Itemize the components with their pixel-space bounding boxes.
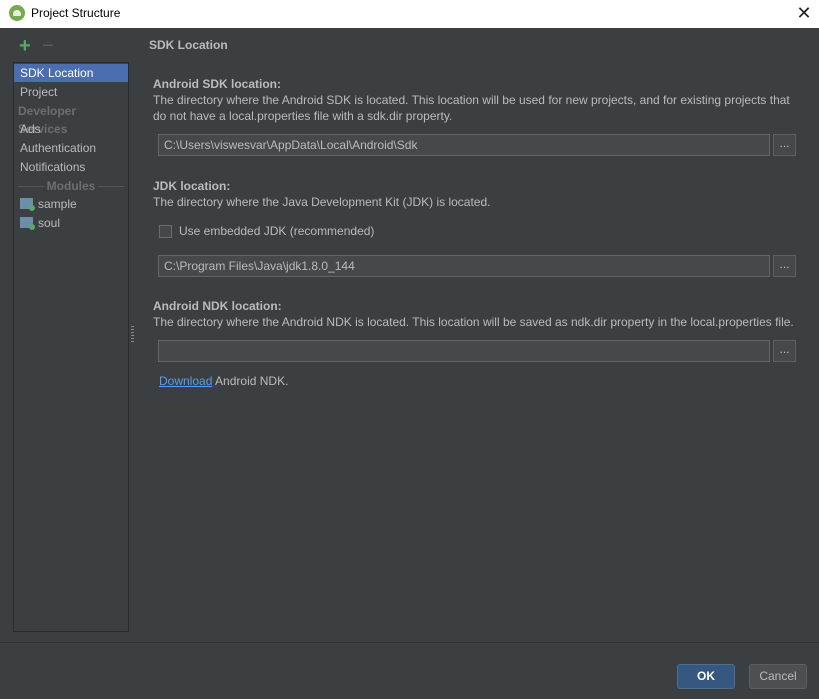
android-sdk-path-field[interactable]: C:\Users\viswesvar\AppData\Local\Android… [158,134,770,156]
download-ndk-line: Download Android NDK. [159,374,288,388]
panel-title: SDK Location [149,38,228,52]
modules-label: Modules [43,179,99,193]
module-icon [20,198,35,211]
android-ndk-description: The directory where the Android NDK is l… [153,315,794,329]
android-ndk-browse-button[interactable]: ... [773,340,796,362]
jdk-path-field[interactable]: C:\Program Files\Java\jdk1.8.0_144 [158,255,770,277]
sidebar-item-notifications[interactable]: Notifications [14,158,128,176]
ok-button[interactable]: OK [677,664,735,689]
jdk-description: The directory where the Java Development… [153,195,491,209]
module-icon [20,217,35,230]
android-sdk-browse-button[interactable]: ... [773,134,796,156]
jdk-browse-button[interactable]: ... [773,255,796,277]
android-ndk-path-field[interactable] [158,340,770,362]
download-ndk-suffix: Android NDK. [212,374,289,388]
embedded-jdk-label[interactable]: Use embedded JDK (recommended) [179,224,374,238]
sidebar-item-sdk-location[interactable]: SDK Location [14,64,128,82]
android-ndk-heading: Android NDK location: [153,299,282,313]
android-sdk-heading: Android SDK location: [153,77,281,91]
footer-divider [0,642,819,643]
cancel-button[interactable]: Cancel [749,664,807,689]
title-bar: Project Structure ✕ [0,0,819,28]
sidebar-item-authentication[interactable]: Authentication [14,139,128,157]
android-studio-icon [9,5,25,21]
sidebar-item-module-soul[interactable]: soul [14,214,128,232]
sidebar: SDK Location Project Developer Services … [13,62,129,632]
remove-icon[interactable]: − [42,36,54,56]
splitter-handle[interactable] [131,326,134,342]
window-title: Project Structure [31,6,121,20]
module-label: sample [38,197,77,211]
close-icon[interactable]: ✕ [793,3,815,25]
android-sdk-description: The directory where the Android SDK is l… [153,93,790,123]
sidebar-item-ads[interactable]: Ads [14,120,128,138]
module-label: soul [38,216,61,230]
sidebar-item-project[interactable]: Project [14,83,128,101]
sidebar-group-modules: Modules [14,177,128,195]
add-icon[interactable]: + [19,36,31,56]
download-ndk-link[interactable]: Download [159,374,212,388]
sidebar-item-module-sample[interactable]: sample [14,195,128,213]
sidebar-group-developer-services: Developer Services [18,104,77,136]
embedded-jdk-checkbox[interactable] [159,225,172,238]
jdk-heading: JDK location: [153,179,231,193]
